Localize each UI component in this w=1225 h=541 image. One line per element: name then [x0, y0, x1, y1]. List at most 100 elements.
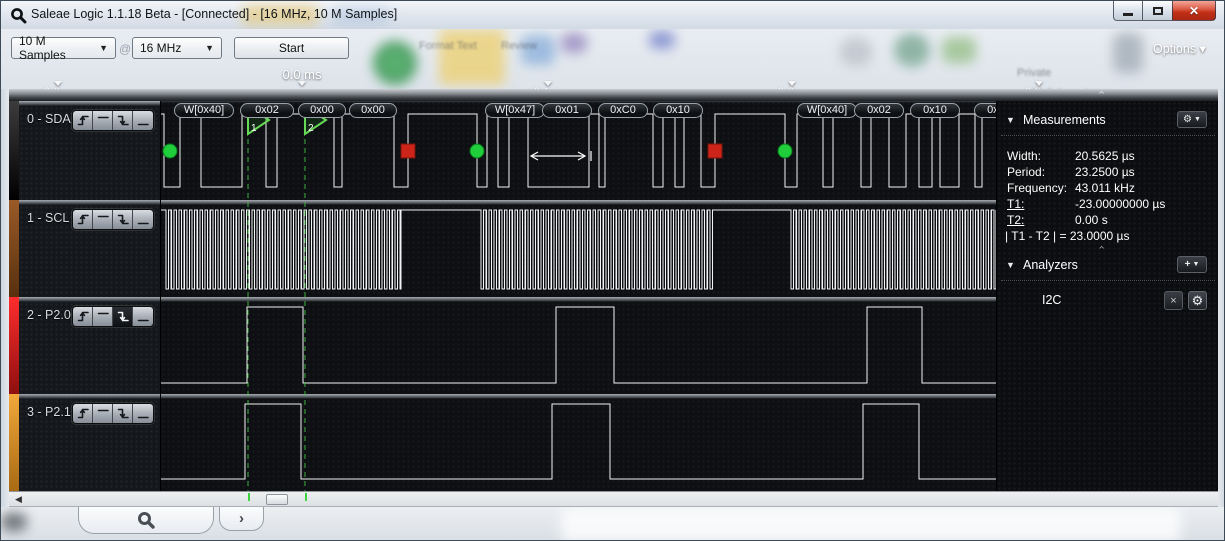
side-panel: ▼ Measurements ⚙ ▼ Width: 20.5625 µs Period…: [996, 101, 1218, 491]
timing-flag-number[interactable]: 1: [251, 123, 257, 134]
channel-color-strip: [9, 200, 19, 297]
separator: [1001, 280, 1215, 281]
chevron-down-icon: ▼: [1194, 116, 1201, 123]
search-tab[interactable]: [78, 507, 214, 534]
trigger-falling-edge-button[interactable]: [113, 111, 133, 130]
scroll-left-arrow-icon[interactable]: ◀: [15, 494, 22, 505]
trigger-high-level-button[interactable]: [93, 307, 113, 326]
trigger-low-level-button[interactable]: [133, 210, 153, 229]
start-button[interactable]: Start: [234, 37, 349, 59]
trigger-low-level-button[interactable]: [133, 307, 153, 326]
app-window: Saleae Logic 1.1.18 Beta - [Connected] -…: [0, 0, 1225, 541]
toolbar: 10 M Samples ▼ @ 16 MHz ▼ Start Options …: [1, 29, 1224, 89]
gear-icon: ⚙: [1191, 292, 1204, 308]
channel-0-label-block[interactable]: 0 - SDA: [9, 101, 161, 200]
panel-collapse-notch[interactable]: ⌃: [1097, 91, 1106, 102]
timeline-tick-arrow: [54, 81, 62, 86]
close-icon: ×: [1170, 294, 1177, 307]
trigger-high-level-button[interactable]: [93, 210, 113, 229]
analyzers-header[interactable]: ▼ Analyzers + ▼: [997, 256, 1219, 278]
add-analyzer-button[interactable]: + ▼: [1177, 256, 1207, 273]
i2c-decode-bubble: 0x10: [653, 103, 703, 118]
trigger-high-level-button[interactable]: [93, 404, 113, 423]
high-level-icon: [97, 312, 109, 315]
trigger-rising-edge-button[interactable]: [73, 307, 93, 326]
decode-bubbles-layer: W[0x40] 0x02 0x00 0x00 W[0x47] 0x01 0xC0 0x10 W[…: [161, 101, 996, 121]
i2c-decode-bubble: W[0x40]: [174, 103, 234, 118]
trigger-rising-edge-button[interactable]: [73, 404, 93, 423]
i2c-decode-bubble: 0x10: [910, 103, 960, 118]
bleed-blob: [561, 507, 1181, 540]
scrollbar-thumb[interactable]: [266, 494, 288, 505]
trigger-rising-edge-button[interactable]: [73, 210, 93, 229]
trigger-falling-edge-button[interactable]: [113, 210, 133, 229]
i2c-decode-bubble: 0x00: [974, 103, 996, 118]
analyzer-name: I2C: [1042, 293, 1062, 307]
window-controls: ✕: [1113, 1, 1216, 22]
rate-dropdown-value: 16 MHz: [140, 41, 182, 55]
sample-rate-dropdown[interactable]: 16 MHz ▼: [132, 37, 222, 59]
maximize-icon: [1152, 6, 1163, 15]
horizontal-scrollbar[interactable]: ◀: [9, 491, 1218, 507]
top-strip: [9, 89, 1218, 101]
i2c-decode-bubble: 0x00: [298, 103, 346, 118]
measurement-value: 43.011 kHz: [1075, 181, 1135, 195]
analyzer-settings-button[interactable]: ⚙: [1188, 291, 1207, 310]
low-level-icon: [137, 123, 149, 126]
measurement-row: Width: 20.5625 µs: [1007, 149, 1211, 165]
expand-tab[interactable]: ›: [219, 507, 264, 531]
window-frame-left: [1, 89, 9, 507]
measurement-row: Period: 23.2500 µs: [1007, 165, 1211, 181]
options-button[interactable]: Options ▾: [1153, 41, 1206, 56]
channel-color-strip: [9, 394, 19, 491]
measurement-delta: | T1 - T2 | = 23.0000 µs: [1005, 229, 1130, 243]
channel-3-label-block[interactable]: 3 - P2.1: [9, 394, 161, 491]
falling-edge-icon: [117, 311, 129, 322]
measurement-label: Frequency:: [1007, 181, 1068, 195]
remove-analyzer-button[interactable]: ×: [1164, 291, 1183, 310]
channel-label: 1 - SCL: [27, 211, 70, 225]
measurement-link[interactable]: T1:: [1007, 197, 1024, 211]
maximize-button[interactable]: [1142, 1, 1173, 21]
trigger-high-level-button[interactable]: [93, 111, 113, 130]
bleed-blob: [649, 31, 675, 49]
minimize-button[interactable]: [1113, 1, 1143, 21]
chevron-right-icon: ›: [239, 510, 244, 527]
timeline-tick-arrow: [544, 81, 552, 86]
measurement-link[interactable]: T2:: [1007, 213, 1024, 227]
rising-edge-icon: [77, 214, 89, 225]
trigger-falling-edge-button[interactable]: [113, 404, 133, 423]
timing-flag-number[interactable]: 2: [308, 123, 314, 134]
i2c-stop-marker: [400, 143, 416, 159]
close-button[interactable]: ✕: [1172, 1, 1216, 21]
channel-label: 2 - P2.0: [27, 308, 71, 322]
timeline-tick-arrow: [1035, 81, 1043, 86]
trigger-rising-edge-button[interactable]: [73, 111, 93, 130]
waveform-plot[interactable]: 12 W[0x40] 0x02 0x00 0x00 W[0x47] 0x01 0xC0 0x1…: [161, 101, 996, 491]
i2c-stop-marker: [707, 143, 723, 159]
i2c-start-marker: [162, 143, 178, 159]
measurements-header[interactable]: ▼ Measurements ⚙ ▼: [997, 111, 1219, 133]
bottom-bar: ›: [1, 507, 1224, 540]
channel-label: 3 - P2.1: [27, 405, 71, 419]
samples-dropdown-value: 10 M Samples: [19, 34, 66, 62]
high-level-icon: [97, 409, 109, 412]
trigger-falling-edge-button[interactable]: [113, 307, 133, 326]
low-level-icon: [137, 416, 149, 419]
trigger-low-level-button[interactable]: [133, 404, 153, 423]
channel-2-label-block[interactable]: 2 - P2.0: [9, 297, 161, 394]
chevron-down-icon: ▼: [1192, 261, 1200, 268]
analyzer-row: I2C × ⚙: [997, 291, 1219, 311]
samples-dropdown[interactable]: 10 M Samples ▼: [11, 34, 116, 62]
i2c-decode-bubble: 0x02: [854, 103, 904, 118]
trigger-low-level-button[interactable]: [133, 111, 153, 130]
section-collapse-notch[interactable]: ⌃: [1097, 246, 1106, 257]
measurement-row: Frequency: 43.011 kHz: [1007, 181, 1211, 197]
at-symbol: @: [119, 42, 132, 56]
window-frame-right: [1218, 89, 1224, 507]
channel-1-label-block[interactable]: 1 - SCL: [9, 200, 161, 297]
bleed-blob: [894, 33, 930, 67]
measurements-settings-button[interactable]: ⚙ ▼: [1177, 111, 1207, 128]
measurement-label: Period:: [1007, 165, 1046, 179]
i2c-start-marker: [777, 143, 793, 159]
